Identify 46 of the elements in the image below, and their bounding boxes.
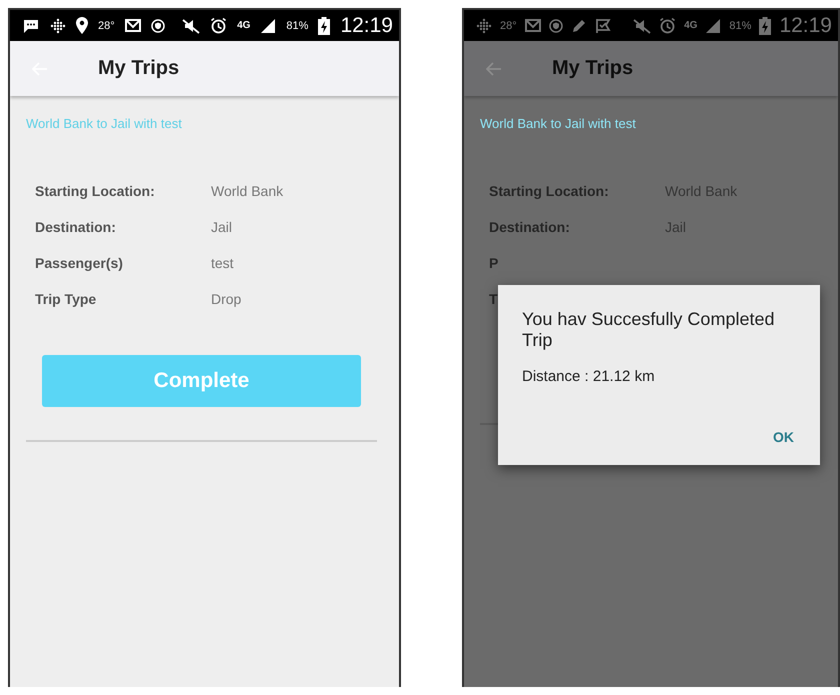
shield-icon (150, 18, 165, 32)
battery-charging-icon (759, 16, 772, 34)
signal-icon (260, 18, 276, 34)
detail-label: Destination: (489, 219, 571, 235)
detail-label: Starting Location: (35, 183, 156, 199)
trip-title: World Bank to Jail with test (25, 116, 183, 131)
detail-label: P (489, 255, 500, 271)
screen-title: My Trips (552, 57, 634, 80)
detail-label: Passenger(s) (35, 255, 124, 271)
dot-grid-icon (50, 18, 66, 34)
alarm-clock-icon (210, 17, 228, 34)
muted-speaker-icon (182, 18, 200, 34)
dialog-message: Distance : 21.12 km (522, 368, 656, 386)
status-text: 28° (98, 20, 115, 32)
detail-value: World Bank (211, 183, 284, 199)
mail-icon (524, 19, 541, 32)
detail-label: Starting Location: (489, 183, 610, 199)
detail-label: Destination: (35, 219, 117, 235)
pencil-icon (570, 18, 587, 34)
detail-label: T (489, 291, 499, 307)
signal-icon (705, 18, 722, 34)
chat-bubble-icon (22, 18, 40, 34)
muted-speaker-icon (633, 18, 652, 34)
status-text: 28° (500, 20, 517, 32)
network-type-label: 4G (237, 20, 250, 31)
detail-label: Trip Type (35, 291, 98, 307)
dialog-title: You hav Succesfully Completed Trip (522, 309, 776, 350)
battery-charging-icon (318, 16, 330, 34)
mail-icon (124, 19, 141, 32)
alarm-clock-icon (659, 17, 676, 34)
status-text: 81% (286, 20, 308, 32)
clock-time: 12:19 (779, 14, 832, 38)
location-pin-icon (76, 17, 88, 34)
back-arrow-icon[interactable] (486, 62, 502, 76)
dot-grid-icon (476, 18, 492, 34)
clock-time: 12:19 (340, 14, 393, 38)
detail-value: Drop (211, 291, 242, 307)
trip-title: World Bank to Jail with test (479, 116, 637, 131)
network-type-label: 4G (684, 20, 698, 31)
screen-title: My Trips (98, 57, 180, 80)
ok-button[interactable]: OK (771, 425, 796, 449)
shield-icon (548, 18, 563, 32)
check-flag-icon (594, 18, 611, 34)
detail-value: test (211, 255, 235, 271)
detail-value: Jail (211, 219, 234, 235)
status-text: 81% (729, 20, 752, 32)
